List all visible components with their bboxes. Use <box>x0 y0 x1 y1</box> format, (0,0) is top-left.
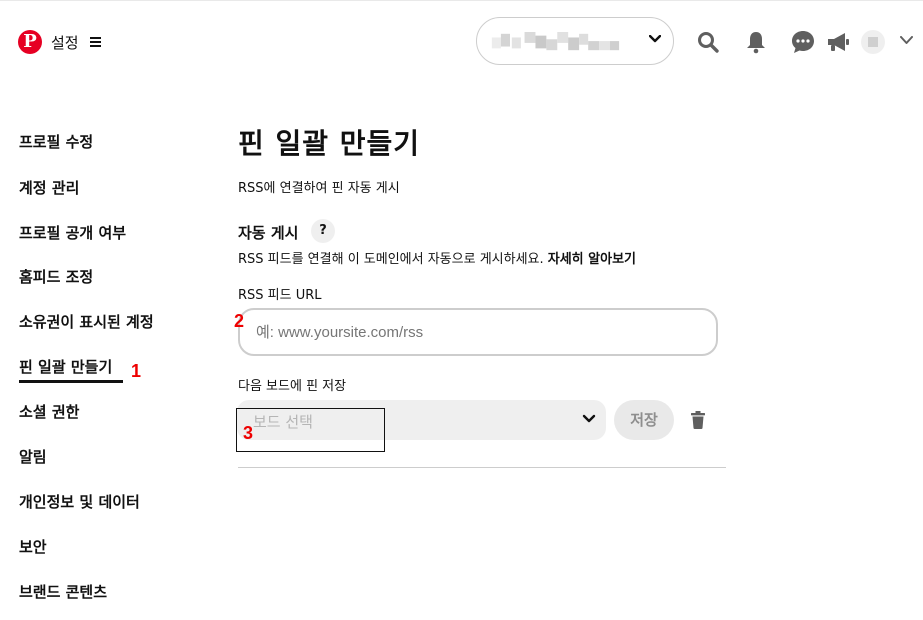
save-button[interactable]: 저장 <box>614 400 674 440</box>
annotation-marker-2: 2 <box>234 311 245 331</box>
sidebar-item-privacy-and-data[interactable]: 개인정보 및 데이터 <box>19 491 140 512</box>
sidebar-item-account-management[interactable]: 계정 관리 <box>19 177 79 198</box>
section-divider <box>238 467 726 468</box>
menu-icon[interactable] <box>90 37 101 47</box>
active-tab-indicator <box>19 380 123 383</box>
annotation-highlight-box <box>236 408 385 452</box>
sidebar-item-social-permissions[interactable]: 소셜 권한 <box>19 401 79 422</box>
account-name-redacted <box>491 32 620 51</box>
annotation-marker-3: 3 <box>243 423 254 443</box>
description-text: RSS 피드를 연결해 이 도메인에서 자동으로 게시하세요. <box>238 252 544 267</box>
top-border <box>0 0 923 1</box>
chevron-down-icon <box>649 35 661 43</box>
section-description: RSS 피드를 연결해 이 도메인에서 자동으로 게시하세요. 자세히 알아보기 <box>238 248 636 267</box>
sidebar-item-bulk-create-pins[interactable]: 핀 일괄 만들기 <box>19 356 112 377</box>
bell-icon[interactable] <box>744 30 768 54</box>
search-icon[interactable] <box>696 30 720 54</box>
sidebar-item-security[interactable]: 보안 <box>19 536 47 557</box>
sidebar-item-home-feed-tuner[interactable]: 홈피드 조정 <box>19 266 93 287</box>
page-title: 핀 일괄 만들기 <box>238 127 421 160</box>
rss-url-label: RSS 피드 URL <box>238 288 322 303</box>
rss-url-input[interactable] <box>238 308 718 356</box>
board-label: 다음 보드에 핀 저장 <box>238 379 347 394</box>
pinterest-logo-icon[interactable]: P <box>18 30 42 54</box>
sidebar-item-profile-visibility[interactable]: 프로필 공개 여부 <box>19 222 126 243</box>
chevron-down-icon[interactable] <box>900 36 913 45</box>
help-button[interactable]: ? <box>311 219 335 243</box>
sidebar-item-notifications[interactable]: 알림 <box>19 446 47 467</box>
sidebar-item-edit-profile[interactable]: 프로필 수정 <box>19 131 93 152</box>
chevron-down-icon <box>582 414 596 423</box>
trash-icon[interactable] <box>690 411 706 429</box>
sidebar-item-branded-content[interactable]: 브랜드 콘텐츠 <box>19 581 107 602</box>
chat-icon[interactable] <box>791 30 815 54</box>
section-title: 자동 게시 <box>238 224 299 242</box>
page-subtitle: RSS에 연결하여 핀 자동 게시 <box>238 181 400 196</box>
learn-more-link[interactable]: 자세히 알아보기 <box>548 252 636 267</box>
megaphone-icon[interactable] <box>826 30 850 54</box>
header-title: 설정 <box>51 34 79 52</box>
annotation-marker-1: 1 <box>131 361 142 381</box>
sidebar-item-claimed-accounts[interactable]: 소유권이 표시된 계정 <box>19 311 154 332</box>
account-switcher[interactable] <box>476 17 674 65</box>
avatar[interactable] <box>861 30 885 54</box>
